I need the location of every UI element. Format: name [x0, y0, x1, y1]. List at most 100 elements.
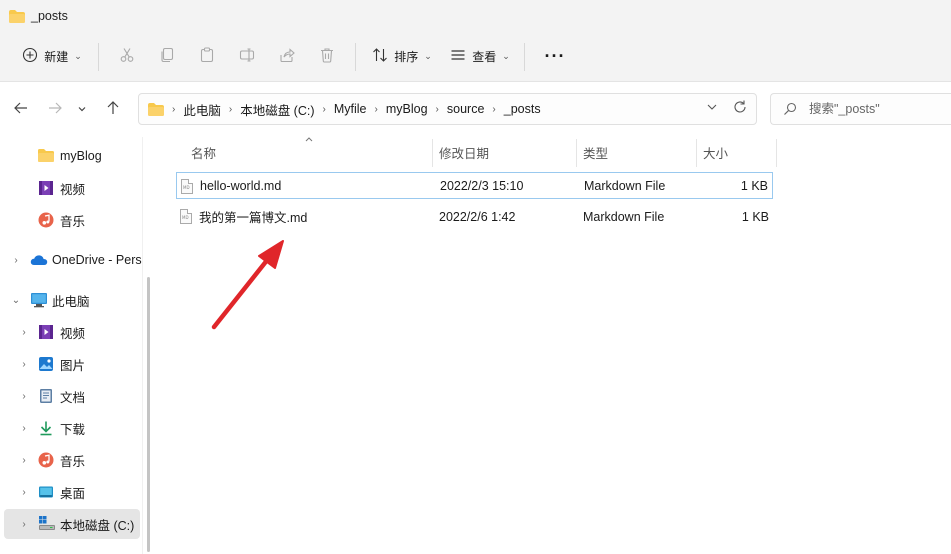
view-button[interactable]: 查看 ⌄ [444, 41, 516, 73]
arrow-left-icon [13, 100, 29, 121]
pictures-icon [38, 356, 54, 372]
chevron-right-icon[interactable]: › [323, 104, 326, 115]
share-button[interactable] [267, 41, 307, 73]
music-icon [38, 452, 54, 468]
column-divider[interactable] [776, 139, 777, 167]
back-button[interactable] [6, 95, 36, 125]
title-bar: _posts [0, 0, 951, 32]
column-divider[interactable] [576, 139, 577, 167]
refresh-icon[interactable] [732, 99, 748, 119]
more-icon: ··· [544, 46, 566, 66]
column-header-type[interactable]: 类型 [583, 137, 608, 167]
sidebar-item-label: 音乐 [60, 454, 86, 469]
address-bar[interactable]: › 此电脑 › 本地磁盘 (C:) › Myfile › myBlog › so… [138, 93, 757, 125]
cut-button[interactable] [107, 41, 147, 73]
file-type: Markdown File [584, 178, 666, 193]
chevron-right-icon[interactable]: › [172, 104, 175, 115]
sidebar-item-label: 下载 [60, 422, 86, 437]
chevron-right-icon[interactable]: › [492, 104, 495, 115]
up-button[interactable] [98, 95, 128, 125]
paste-button[interactable] [187, 41, 227, 73]
more-options-button[interactable]: ··· [537, 41, 573, 73]
sidebar-item-pictures[interactable]: › 图片 [0, 349, 142, 379]
chevron-right-icon[interactable]: › [18, 455, 30, 466]
chevron-down-icon [77, 101, 87, 119]
chevron-right-icon[interactable]: › [18, 487, 30, 498]
search-input[interactable] [809, 102, 949, 116]
sidebar-item-desktop[interactable]: › 桌面 [0, 477, 142, 507]
plus-circle-icon [22, 47, 38, 66]
video-icon [38, 180, 54, 196]
chevron-right-icon[interactable]: › [18, 359, 30, 370]
sidebar-item-videos-pc[interactable]: › 视频 [0, 317, 142, 347]
sidebar-item-local-disk[interactable]: › 本地磁盘 (C:) [4, 509, 140, 539]
music-icon [38, 212, 54, 228]
breadcrumb-source[interactable]: source [447, 102, 485, 116]
table-row[interactable]: MD hello-world.md 2022/2/3 15:10 Markdow… [176, 172, 773, 199]
column-divider[interactable] [432, 139, 433, 167]
sidebar-item-videos[interactable]: 视频 [0, 173, 142, 203]
desktop-icon [38, 484, 54, 500]
chevron-right-icon[interactable]: › [229, 104, 232, 115]
delete-icon [319, 47, 335, 66]
column-divider[interactable] [696, 139, 697, 167]
document-icon [38, 388, 54, 404]
chevron-right-icon[interactable]: › [18, 423, 30, 434]
scrollbar-track [142, 137, 143, 554]
chevron-right-icon[interactable]: › [10, 255, 22, 266]
breadcrumb-myfile[interactable]: Myfile [334, 102, 367, 116]
breadcrumb-myblog[interactable]: myBlog [386, 102, 428, 116]
recent-locations-button[interactable] [72, 95, 92, 125]
chevron-right-icon[interactable]: › [18, 327, 30, 338]
markdown-file-icon: MD [180, 209, 192, 224]
delete-button[interactable] [307, 41, 347, 73]
sort-button[interactable]: 排序 ⌄ [366, 41, 438, 73]
sidebar-item-music[interactable]: 音乐 [0, 205, 142, 235]
sidebar-item-label: 音乐 [60, 214, 86, 229]
copy-icon [159, 47, 175, 66]
file-type: Markdown File [583, 209, 665, 224]
chevron-down-icon[interactable]: ⌄ [10, 295, 22, 306]
new-button[interactable]: 新建 ⌄ [14, 41, 90, 73]
file-modified: 2022/2/6 1:42 [439, 209, 516, 224]
markdown-file-icon: MD [181, 179, 193, 194]
sidebar-item-onedrive[interactable]: › OneDrive - Pers [0, 245, 142, 275]
breadcrumb-this-pc[interactable]: 此电脑 [183, 100, 221, 119]
address-dropdown-icon[interactable] [706, 101, 718, 116]
paste-icon [199, 47, 215, 66]
chevron-down-icon: ⌄ [74, 51, 82, 61]
file-name: hello-world.md [200, 178, 282, 193]
column-header-name[interactable]: 名称 [191, 137, 216, 167]
sidebar-item-documents[interactable]: › 文档 [0, 381, 142, 411]
file-size: 1 KB [740, 178, 768, 193]
chevron-right-icon[interactable]: › [375, 104, 378, 115]
sidebar-item-downloads[interactable]: › 下载 [0, 413, 142, 443]
computer-icon [30, 292, 47, 308]
sidebar-item-label: 此电脑 [52, 294, 90, 309]
breadcrumb-local-disk[interactable]: 本地磁盘 (C:) [240, 100, 314, 119]
toolbar-divider [98, 42, 99, 71]
breadcrumb-posts[interactable]: _posts [504, 102, 541, 116]
search-box[interactable] [770, 93, 951, 125]
search-icon [783, 102, 797, 116]
sidebar-item-myblog[interactable]: myBlog [0, 141, 142, 171]
copy-button[interactable] [147, 41, 187, 73]
sidebar-scrollbar[interactable] [147, 277, 150, 552]
rename-button[interactable] [227, 41, 267, 73]
chevron-down-icon: ⌄ [424, 51, 432, 61]
sidebar-item-music-pc[interactable]: › 音乐 [0, 445, 142, 475]
sort-label: 排序 [394, 50, 419, 64]
view-icon [450, 47, 466, 66]
file-name: 我的第一篇博文.md [199, 211, 308, 225]
column-header-modified[interactable]: 修改日期 [439, 137, 489, 167]
sidebar-item-label: 本地磁盘 (C:) [60, 518, 135, 533]
folder-icon [9, 10, 25, 23]
chevron-right-icon[interactable]: › [436, 104, 439, 115]
column-header-size[interactable]: 大小 [703, 137, 728, 167]
table-row[interactable]: MD 我的第一篇博文.md 2022/2/6 1:42 Markdown Fil… [176, 203, 773, 230]
chevron-right-icon[interactable]: › [18, 391, 30, 402]
download-icon [38, 420, 54, 436]
sidebar-item-this-pc[interactable]: ⌄ 此电脑 [0, 285, 142, 315]
chevron-right-icon[interactable]: › [18, 519, 30, 530]
forward-button[interactable] [40, 95, 70, 125]
